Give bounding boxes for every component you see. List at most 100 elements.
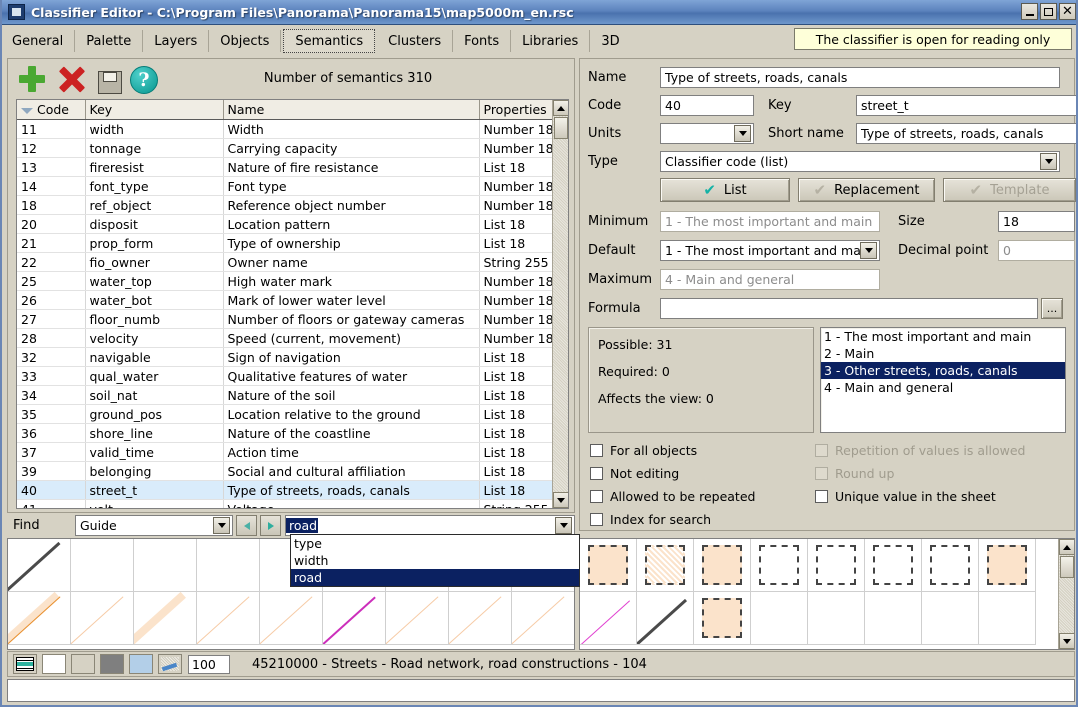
preview-cell[interactable] (580, 539, 637, 592)
column-header-code[interactable]: Code (17, 100, 85, 120)
table-row[interactable]: 35ground_posLocation relative to the gro… (17, 405, 554, 424)
find-next-button[interactable] (260, 515, 281, 536)
preview-cell[interactable] (449, 592, 512, 645)
scroll-down-button[interactable] (1059, 633, 1075, 649)
table-row[interactable]: 36shore_lineNature of the coastlineList … (17, 424, 554, 443)
preview-cell[interactable] (134, 592, 197, 645)
preview-cell[interactable] (979, 592, 1036, 645)
floppy-icon[interactable] (96, 68, 122, 94)
find-query-combobox[interactable]: road (285, 515, 575, 536)
preview-cell[interactable] (865, 539, 922, 592)
color-swatch-blue[interactable] (129, 654, 153, 674)
checkbox-index-for-search[interactable]: Index for search (590, 512, 711, 527)
preview-cell[interactable] (922, 539, 979, 592)
preview-cell[interactable] (8, 592, 71, 645)
table-row[interactable]: 20dispositLocation patternList 18 (17, 215, 554, 234)
preview-cell[interactable] (865, 592, 922, 645)
table-row[interactable]: 34soil_natNature of the soilList 18 (17, 386, 554, 405)
tab-fonts[interactable]: Fonts (453, 30, 511, 52)
key-field[interactable]: street_t (856, 95, 1078, 116)
tab-3d[interactable]: 3D (590, 30, 630, 52)
color-swatch-gray-dark[interactable] (100, 654, 124, 674)
table-row[interactable]: 11widthWidthNumber 18,2 (17, 120, 554, 139)
maximize-button[interactable] (1040, 3, 1057, 20)
table-row[interactable]: 14font_typeFont typeNumber 18,2 (17, 177, 554, 196)
list-item[interactable]: 4 - Main and general (821, 379, 1065, 396)
preview-cell[interactable] (134, 539, 197, 592)
column-header-properties[interactable]: Properties (479, 100, 554, 120)
code-field[interactable]: 40 (660, 95, 754, 116)
table-row[interactable]: 13fireresistNature of fire resistanceLis… (17, 158, 554, 177)
checkbox-icon[interactable] (815, 490, 828, 503)
chevron-down-icon[interactable] (1040, 153, 1057, 170)
scroll-down-button[interactable] (553, 492, 569, 508)
table-row[interactable]: 39belongingSocial and cultural affiliati… (17, 462, 554, 481)
minimize-button[interactable] (1021, 3, 1038, 20)
column-header-name[interactable]: Name (223, 100, 479, 120)
table-row[interactable]: 27floor_numbNumber of floors or gateway … (17, 310, 554, 329)
preview-cell[interactable] (979, 539, 1036, 592)
checkbox-icon[interactable] (590, 513, 603, 526)
size-field[interactable]: 18 (998, 211, 1075, 232)
checkbox-allowed-to-be-repeated[interactable]: Allowed to be repeated (590, 489, 755, 504)
preview-cell[interactable] (694, 592, 751, 645)
formula-browse-button[interactable]: ... (1041, 298, 1063, 319)
preview-cell[interactable] (71, 539, 134, 592)
value-list[interactable]: 1 - The most important and main 2 - Main… (820, 327, 1066, 433)
area-samples-preview[interactable] (579, 538, 1075, 650)
zoom-input[interactable]: 100 (188, 655, 230, 674)
table-row[interactable]: 32navigableSign of navigationList 18 (17, 348, 554, 367)
checkbox-unique-value-in-the-sheet[interactable]: Unique value in the sheet (815, 489, 996, 504)
preview-cell[interactable] (71, 592, 134, 645)
preview-cell[interactable] (751, 592, 808, 645)
preview-vertical-scrollbar[interactable] (1058, 539, 1074, 649)
table-row[interactable]: 41voltVoltageString 255 (17, 500, 554, 510)
column-header-key[interactable]: Key (85, 100, 223, 120)
grid-icon[interactable] (13, 654, 37, 674)
type-combobox[interactable]: Classifier code (list) (660, 151, 1060, 172)
color-swatch-gray-light[interactable] (71, 654, 95, 674)
preview-cell[interactable] (386, 592, 449, 645)
table-vertical-scrollbar[interactable] (552, 100, 568, 508)
table-row[interactable]: 26water_botMark of lower water levelNumb… (17, 291, 554, 310)
preview-cell[interactable] (260, 592, 323, 645)
units-combobox[interactable] (660, 123, 754, 144)
chevron-down-icon[interactable] (860, 242, 877, 259)
close-button[interactable]: ✕ (1059, 3, 1076, 20)
table-row[interactable]: 18ref_objectReference object numberNumbe… (17, 196, 554, 215)
bottom-input-bar[interactable] (7, 679, 1075, 702)
chevron-down-icon[interactable] (734, 125, 751, 142)
preview-cell[interactable] (922, 592, 979, 645)
short-name-field[interactable]: Type of streets, roads, canals (856, 123, 1078, 144)
name-field[interactable]: Type of streets, roads, canals (660, 67, 1060, 88)
checkbox-for-all-objects[interactable]: For all objects (590, 443, 697, 458)
tab-palette[interactable]: Palette (75, 30, 143, 52)
checkbox-icon[interactable] (590, 490, 603, 503)
checkbox-icon[interactable] (590, 467, 603, 480)
preview-cell[interactable] (8, 539, 71, 592)
scroll-thumb[interactable] (554, 117, 568, 139)
list-item[interactable]: 1 - The most important and main (821, 328, 1065, 345)
preview-cell[interactable] (197, 592, 260, 645)
plus-icon[interactable] (16, 63, 48, 95)
scroll-thumb[interactable] (1060, 556, 1074, 578)
table-row[interactable]: 37valid_timeAction timeList 18 (17, 443, 554, 462)
preview-cell[interactable] (808, 539, 865, 592)
table-row[interactable]: 22fio_ownerOwner nameString 255 (17, 253, 554, 272)
color-swatch-white[interactable] (42, 654, 66, 674)
suggestion-item[interactable]: width (291, 552, 579, 569)
preview-cell[interactable] (637, 592, 694, 645)
formula-field[interactable] (660, 298, 1038, 319)
checkbox-icon[interactable] (590, 444, 603, 457)
table-row[interactable]: 28velocitySpeed (current, movement)Numbe… (17, 329, 554, 348)
chevron-down-icon[interactable] (213, 517, 230, 534)
suggestion-item[interactable]: type (291, 535, 579, 552)
tab-libraries[interactable]: Libraries (511, 30, 590, 52)
tab-general[interactable]: General (2, 30, 75, 52)
preview-cell[interactable] (637, 539, 694, 592)
table-row[interactable]: 12tonnageCarrying capacityNumber 18,2 (17, 139, 554, 158)
default-combobox[interactable]: 1 - The most important and main (660, 240, 880, 261)
tab-layers[interactable]: Layers (143, 30, 209, 52)
find-suggestions-dropdown[interactable]: type width road (290, 534, 580, 587)
replacement-button[interactable]: ✔ Replacement (798, 178, 935, 202)
